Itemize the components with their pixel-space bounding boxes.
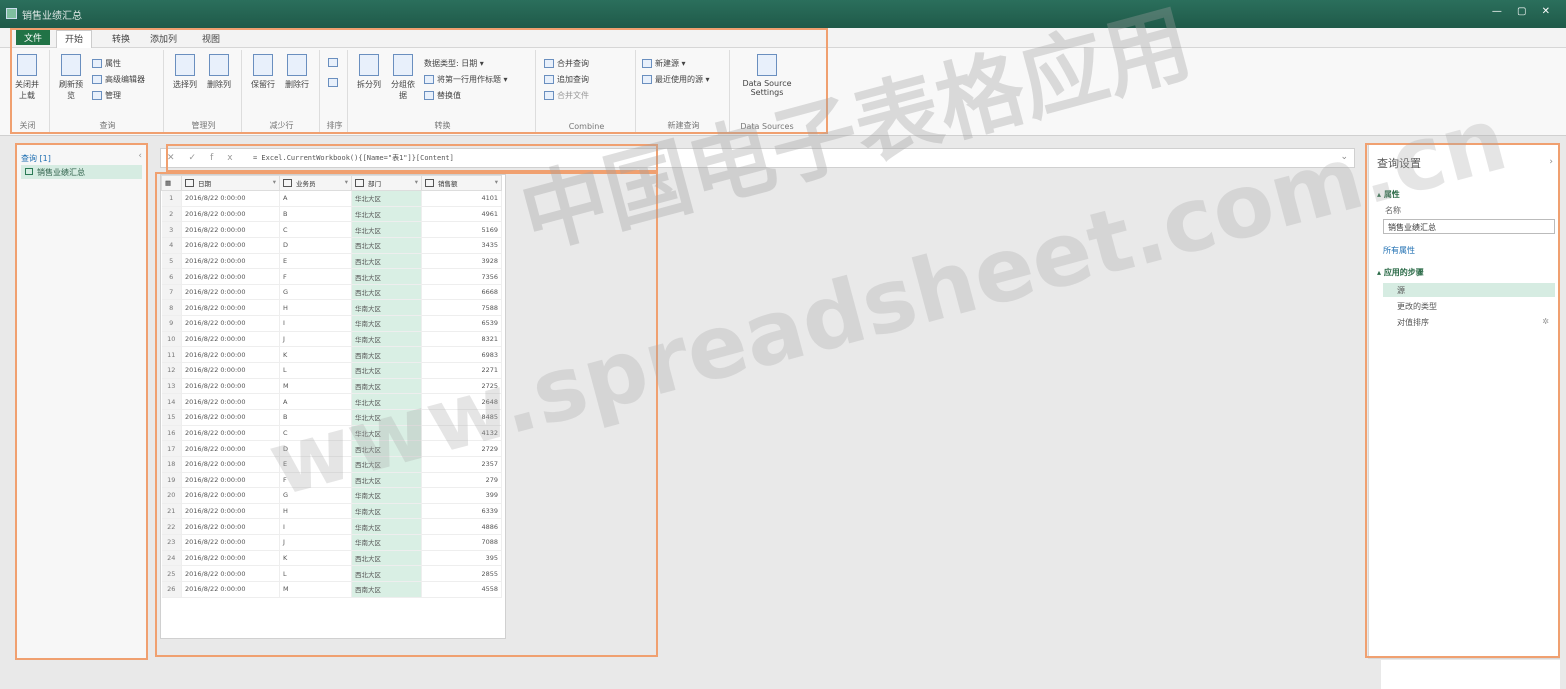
- window-controls[interactable]: — ▢ ✕: [1492, 6, 1556, 17]
- queries-highlight-box: [15, 143, 148, 660]
- formula-highlight-box: [166, 144, 658, 172]
- settings-highlight-box: [1365, 143, 1560, 658]
- ribbon-highlight-box: [10, 28, 828, 134]
- app-icon: [6, 8, 17, 19]
- window-title: 销售业绩汇总: [22, 11, 82, 22]
- status-area: [1381, 660, 1560, 689]
- expand-formula-icon[interactable]: ⌄: [1340, 152, 1348, 162]
- title-bar: 销售业绩汇总 — ▢ ✕: [0, 0, 1566, 28]
- power-query-editor-window: { "tabs": {"file":"文件","home":"开始","tran…: [0, 0, 1566, 689]
- grid-highlight-box: [155, 172, 658, 657]
